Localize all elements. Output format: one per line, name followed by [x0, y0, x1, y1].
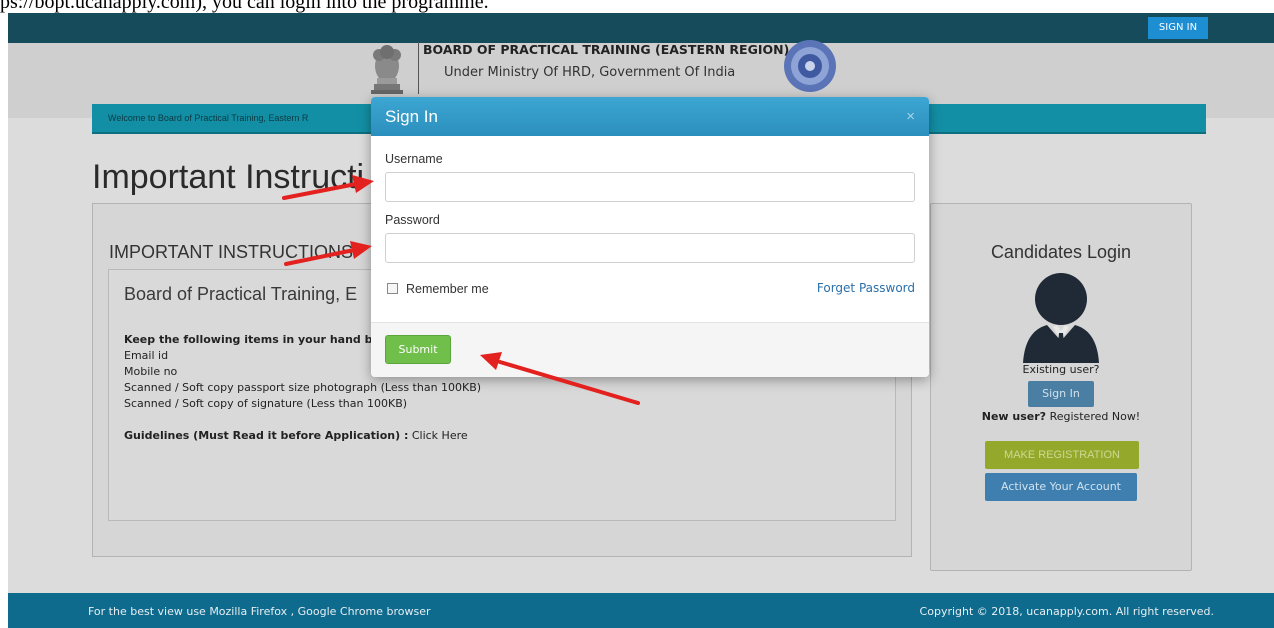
national-emblem-icon [371, 45, 403, 94]
guidelines-link[interactable]: Click Here [412, 429, 468, 442]
password-label: Password [385, 213, 440, 227]
modal-title: Sign In [385, 107, 438, 126]
remember-me-checkbox[interactable] [387, 283, 398, 294]
candidates-login-panel: Candidates Login Existing user? Sign In … [930, 203, 1192, 571]
caption-text: ps://bopt.ucanapply.com), you can login … [0, 0, 489, 13]
modal-footer: Submit [371, 322, 929, 377]
make-registration-button[interactable]: MAKE REGISTRATION [985, 441, 1139, 469]
list-item: Scanned / Soft copy passport size photog… [124, 381, 482, 394]
header-divider [418, 42, 419, 94]
instructions-heading: IMPORTANT INSTRUCTIONS [109, 242, 354, 262]
page-title: Important Instructi [92, 158, 365, 196]
list-item: Scanned / Soft copy of signature (Less t… [124, 397, 408, 410]
username-label: Username [385, 152, 443, 166]
new-user-label: New user? [981, 410, 1047, 423]
footer: For the best view use Mozilla Firefox , … [8, 593, 1274, 628]
inner-title: Board of Practical Training, E [124, 284, 358, 304]
registered-now-text: Registered Now! [1049, 410, 1141, 423]
org-title: BOARD OF PRACTICAL TRAINING (EASTERN REG… [423, 42, 790, 57]
new-user-text: New user? Registered Now! [931, 410, 1191, 423]
user-avatar-icon [1023, 273, 1099, 363]
top-sign-in-button[interactable]: SIGN IN [1148, 17, 1208, 39]
password-input[interactable] [385, 233, 915, 263]
username-input[interactable] [385, 172, 915, 202]
footer-copyright: Copyright © 2018, ucanapply.com. All rig… [919, 605, 1214, 618]
modal-header: Sign In × [371, 97, 929, 136]
org-subtitle: Under Ministry Of HRD, Government Of Ind… [444, 65, 736, 80]
footer-browser-note: For the best view use Mozilla Firefox , … [88, 605, 431, 618]
top-bar: SIGN IN [8, 13, 1274, 43]
welcome-text: Welcome to Board of Practical Training, … [108, 113, 309, 123]
candidates-login-title: Candidates Login [990, 242, 1132, 262]
activate-account-button[interactable]: Activate Your Account [985, 473, 1137, 501]
candidate-sign-in-button[interactable]: Sign In [1028, 381, 1094, 407]
board-seal-icon [784, 40, 836, 92]
guidelines-label: Guidelines (Must Read it before Applicat… [124, 429, 409, 442]
submit-button[interactable]: Submit [385, 335, 451, 364]
close-icon[interactable]: × [906, 109, 915, 124]
forget-password-link[interactable]: Forget Password [817, 281, 915, 295]
remember-me-label: Remember me [406, 282, 489, 296]
sign-in-modal: Sign In × Username Password Remember me … [371, 97, 929, 377]
existing-user-text: Existing user? [1022, 363, 1100, 376]
